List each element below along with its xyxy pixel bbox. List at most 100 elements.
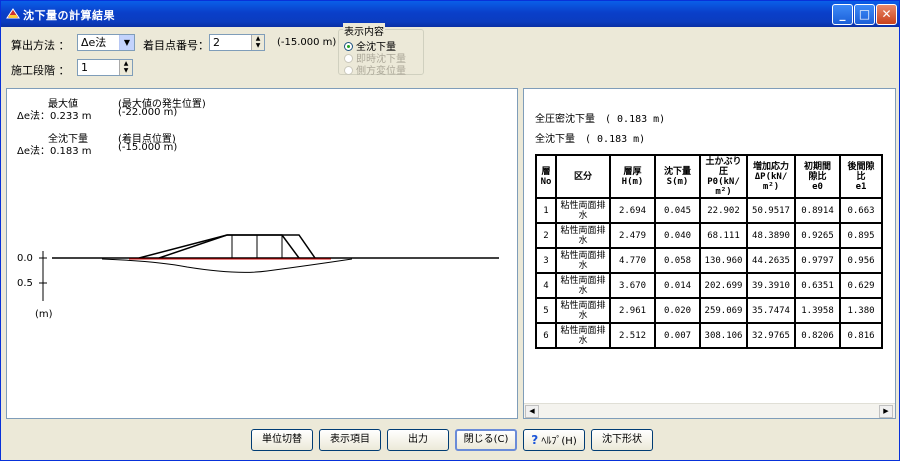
- method-select-value: Δe法: [81, 36, 107, 49]
- table-cell: 粘性両面排 水: [556, 298, 610, 323]
- embankment-outline: [138, 234, 316, 259]
- table-cell: 0.6351: [795, 273, 840, 298]
- col-header: 増加応力 ΔP(kN/ m²): [747, 155, 795, 198]
- table-cell: 0.956: [840, 248, 882, 273]
- table-body: 1 粘性両面排 水 2.694 0.045 22.902 50.9517 0.8914 0.6…: [536, 198, 882, 348]
- total-settlement-text: 全沈下量 ( 0.183 m): [535, 134, 646, 145]
- minimize-button[interactable]: _: [832, 4, 853, 25]
- col-header: 区分: [556, 155, 610, 198]
- radio-lateral-displacement: 側方変位量: [344, 62, 406, 77]
- close-window-button[interactable]: ✕: [876, 4, 897, 25]
- col-header-text: 層厚 H(m): [621, 166, 644, 187]
- table-cell: 0.663: [840, 198, 882, 223]
- table-cell: 2.479: [610, 223, 655, 248]
- display-content-group: 表示内容 全沈下量 即時沈下量 側方変位量: [338, 23, 424, 77]
- settlement-curve: [101, 258, 353, 273]
- table-cell: 0.9797: [795, 248, 840, 273]
- table-cell: 5: [536, 298, 556, 323]
- table-cell: 32.9765: [747, 323, 795, 348]
- col-header-text: 後間隙 比 e1: [847, 161, 875, 192]
- chevron-down-icon[interactable]: ▼: [119, 35, 134, 50]
- scroll-left-icon[interactable]: ◀: [525, 405, 539, 418]
- stage-label: 施工段階 ：: [11, 64, 70, 77]
- point-position-text: (-15.000 m): [277, 37, 337, 48]
- table-cell: 0.020: [655, 298, 700, 323]
- table-row: 5 粘性両面排 水 2.961 0.020 259.069 35.7474 1.3958 1.…: [536, 298, 882, 323]
- consolidation-settlement-text: 全圧密沈下量 ( 0.183 m): [535, 114, 666, 125]
- radio-dot-icon: [344, 66, 353, 75]
- table-cell: 48.3890: [747, 223, 795, 248]
- unit-switch-button[interactable]: 単位切替: [251, 429, 313, 451]
- table-cell: 50.9517: [747, 198, 795, 223]
- output-button[interactable]: 出力: [387, 429, 449, 451]
- col-header: 層 No: [536, 155, 556, 198]
- col-header-text: 層 No: [540, 166, 552, 187]
- table-cell: 0.629: [840, 273, 882, 298]
- spin-updown-icon[interactable]: ▲ ▼: [251, 35, 264, 50]
- display-content-title: 表示内容: [343, 23, 385, 38]
- spin-updown-icon[interactable]: ▲ ▼: [119, 60, 132, 75]
- results-table: 層 No 区分 層厚 H(m) 沈下量 S(m) 土かぶり 圧 P0(kN/ m…: [535, 154, 883, 349]
- help-icon: ?: [531, 433, 539, 447]
- table-cell: 0.040: [655, 223, 700, 248]
- title-bar[interactable]: 沈下量の計算結果 _ □ ✕: [1, 1, 899, 27]
- col-header: 土かぶり 圧 P0(kN/ m²): [700, 155, 747, 198]
- table-row: 2 粘性両面排 水 2.479 0.040 68.111 48.3890 0.9265 0.8…: [536, 223, 882, 248]
- table-cell: 0.895: [840, 223, 882, 248]
- table-header-row: 層 No 区分 層厚 H(m) 沈下量 S(m) 土かぶり 圧 P0(kN/ m…: [536, 155, 882, 198]
- table-cell: 0.9265: [795, 223, 840, 248]
- col-header-text: 初期間 隙比 e0: [803, 161, 831, 192]
- settlement-drawing-panel: 最大値 (最大値の発生位置) Δe法：0.233 m (-22.000 m) 全…: [6, 88, 518, 419]
- help-label: ﾍﾙﾌﾟ(H): [541, 436, 577, 447]
- table-cell: 35.7474: [747, 298, 795, 323]
- table-cell: 22.902: [700, 198, 747, 223]
- col-header: 層厚 H(m): [610, 155, 655, 198]
- display-items-button[interactable]: 表示項目: [319, 429, 381, 451]
- table-cell: 2: [536, 223, 556, 248]
- table-cell: 3: [536, 248, 556, 273]
- help-button[interactable]: ? ﾍﾙﾌﾟ(H): [523, 429, 585, 451]
- maximize-button[interactable]: □: [854, 4, 875, 25]
- table-cell: 粘性両面排 水: [556, 248, 610, 273]
- table-cell: 0.8206: [795, 323, 840, 348]
- close-button[interactable]: 閉じる(C): [455, 429, 517, 451]
- table-row: 6 粘性両面排 水 2.512 0.007 308.106 32.9765 0.8206 0.…: [536, 323, 882, 348]
- table-cell: 0.058: [655, 248, 700, 273]
- table-cell: 0.007: [655, 323, 700, 348]
- horizontal-scrollbar[interactable]: ◀ ▶: [524, 403, 895, 418]
- table-cell: 2.512: [610, 323, 655, 348]
- table-cell: 1.380: [840, 298, 882, 323]
- scroll-right-icon[interactable]: ▶: [879, 405, 893, 418]
- table-cell: 44.2635: [747, 248, 795, 273]
- table-cell: 0.8914: [795, 198, 840, 223]
- radio-label: 側方変位量: [356, 66, 406, 77]
- col-header-text: 土かぶり 圧 P0(kN/ m²): [705, 156, 742, 197]
- point-number-value: 2: [213, 36, 220, 49]
- table-cell: 粘性両面排 水: [556, 198, 610, 223]
- point-number-stepper[interactable]: 2 ▲ ▼: [209, 34, 265, 51]
- table-cell: 130.960: [700, 248, 747, 273]
- table-cell: 粘性両面排 水: [556, 223, 610, 248]
- settlement-result-window: 沈下量の計算結果 _ □ ✕ 算出方法 ： Δe法 ▼ 着目点番号： 2 ▲ ▼ …: [0, 0, 900, 461]
- settlement-shape-button[interactable]: 沈下形状: [591, 429, 653, 451]
- table-cell: 39.3910: [747, 273, 795, 298]
- table-row: 1 粘性両面排 水 2.694 0.045 22.902 50.9517 0.8914 0.6…: [536, 198, 882, 223]
- table-cell: 0.045: [655, 198, 700, 223]
- method-select[interactable]: Δe法 ▼: [77, 34, 135, 51]
- table-cell: 0.014: [655, 273, 700, 298]
- stage-stepper[interactable]: 1 ▲ ▼: [77, 59, 133, 76]
- results-panel: 全圧密沈下量 ( 0.183 m) 全沈下量 ( 0.183 m) 層 No 区…: [523, 88, 896, 419]
- table-cell: 3.670: [610, 273, 655, 298]
- table-cell: 2.961: [610, 298, 655, 323]
- table-cell: 4: [536, 273, 556, 298]
- table-cell: 1: [536, 198, 556, 223]
- stage-value: 1: [81, 61, 88, 74]
- point-label: 着目点番号：: [143, 39, 209, 52]
- table-cell: 202.699: [700, 273, 747, 298]
- table-cell: 6: [536, 323, 556, 348]
- app-icon: [6, 8, 20, 19]
- table-cell: 259.069: [700, 298, 747, 323]
- table-row: 3 粘性両面排 水 4.770 0.058 130.960 44.2635 0.9797 0.…: [536, 248, 882, 273]
- table-cell: 2.694: [610, 198, 655, 223]
- col-header: 後間隙 比 e1: [840, 155, 882, 198]
